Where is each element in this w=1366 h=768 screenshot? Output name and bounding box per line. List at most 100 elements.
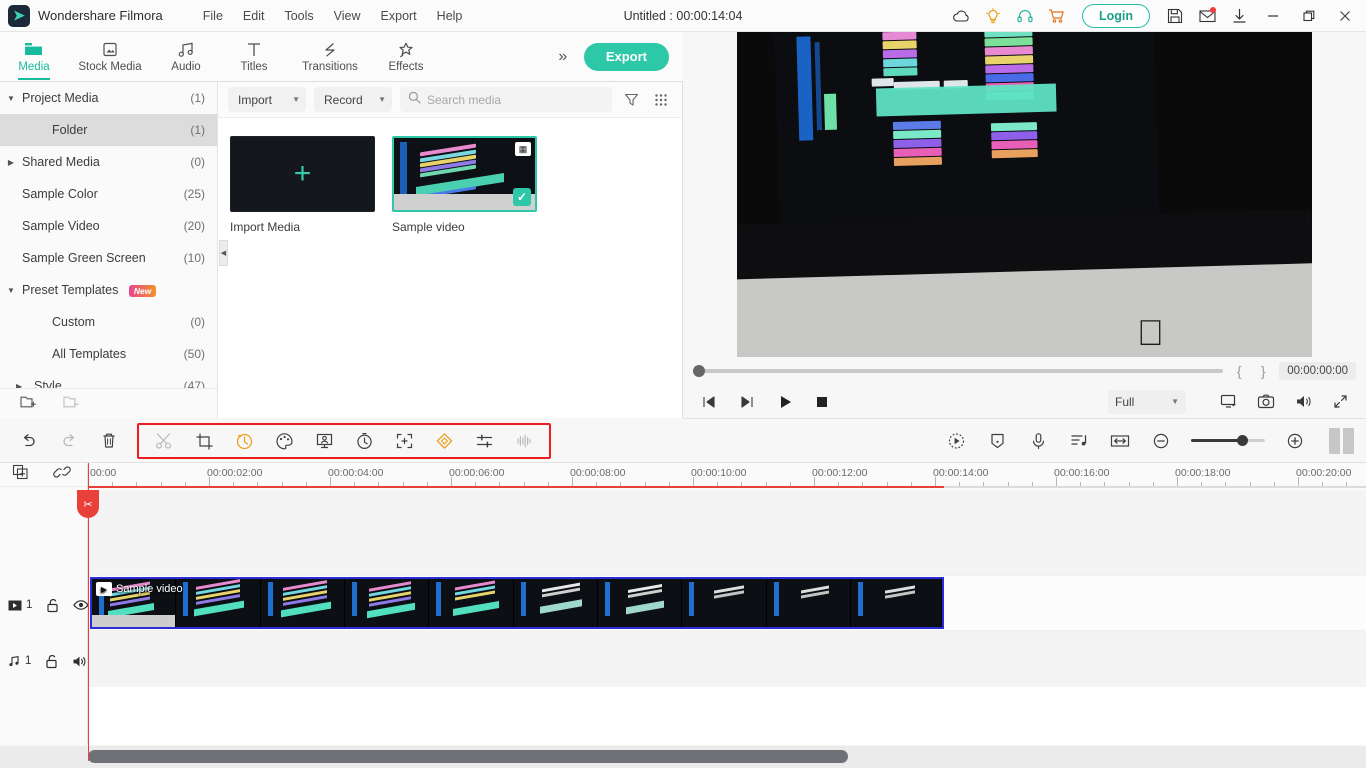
timeline-track-audio[interactable] xyxy=(88,631,1366,687)
fit-timeline-icon[interactable] xyxy=(1109,430,1131,452)
playhead-handle[interactable]: ✂ xyxy=(77,490,99,518)
sidebar-item-preset-templates[interactable]: ▼ Preset Templates New xyxy=(0,274,217,306)
import-media-thumb[interactable]: + xyxy=(230,136,375,212)
audio-beat-icon[interactable] xyxy=(1068,430,1090,452)
play-button[interactable] xyxy=(777,394,793,410)
stabilization-icon[interactable] xyxy=(353,430,375,452)
new-folder-icon[interactable] xyxy=(20,394,37,414)
headset-icon[interactable] xyxy=(1010,2,1040,30)
audio-waveform-icon[interactable] xyxy=(513,430,535,452)
speaker-icon[interactable] xyxy=(72,655,88,668)
import-media-tile[interactable]: + Import Media xyxy=(230,136,375,234)
marker-icon[interactable] xyxy=(986,430,1008,452)
track-header-video-1[interactable]: 1 xyxy=(0,577,90,633)
crop-icon[interactable] xyxy=(193,430,215,452)
snapshot-camera-icon[interactable] xyxy=(1257,394,1275,409)
menu-help[interactable]: Help xyxy=(427,5,473,27)
sidebar-item-sample-video[interactable]: Sample Video (20) xyxy=(0,210,217,242)
speed-icon[interactable] xyxy=(233,430,255,452)
sidebar-item-folder[interactable]: Folder (1) xyxy=(0,114,217,146)
minimize-button[interactable] xyxy=(1256,0,1290,32)
timeline-horizontal-scrollbar[interactable] xyxy=(0,746,1366,768)
add-track-icon[interactable] xyxy=(12,464,29,485)
mark-in-button[interactable]: { xyxy=(1231,363,1247,379)
stop-button[interactable] xyxy=(815,395,829,409)
search-input[interactable] xyxy=(427,92,604,107)
menu-edit[interactable]: Edit xyxy=(233,5,275,27)
maximize-button[interactable] xyxy=(1292,0,1326,32)
tab-audio[interactable]: Audio xyxy=(152,33,220,81)
save-icon[interactable] xyxy=(1160,2,1190,30)
zoom-out-button[interactable] xyxy=(1150,430,1172,452)
export-button[interactable]: Export xyxy=(583,42,669,71)
tab-stock-media[interactable]: Stock Media xyxy=(68,33,152,81)
eye-icon[interactable] xyxy=(73,599,90,611)
cart-icon[interactable] xyxy=(1042,2,1072,30)
tab-media[interactable]: Media xyxy=(0,33,68,81)
scrollbar-thumb[interactable] xyxy=(88,750,848,763)
timeline-playhead[interactable]: ✂ xyxy=(77,463,99,761)
fullscreen-icon[interactable] xyxy=(1333,394,1348,409)
menu-file[interactable]: File xyxy=(193,5,233,27)
sidebar-item-sample-green-screen[interactable]: Sample Green Screen (10) xyxy=(0,242,217,274)
sidebar-item-all-templates[interactable]: All Templates (50) xyxy=(0,338,217,370)
link-icon[interactable] xyxy=(53,464,71,485)
volume-icon[interactable] xyxy=(1295,394,1313,409)
panel-collapse-button[interactable]: ◀ xyxy=(219,240,228,266)
mail-icon[interactable] xyxy=(1192,2,1222,30)
record-dropdown[interactable]: Record ▼ xyxy=(314,87,392,112)
menu-view[interactable]: View xyxy=(324,5,371,27)
chevron-down-icon[interactable]: ▼ xyxy=(0,94,22,103)
import-dropdown[interactable]: Import ▼ xyxy=(228,87,306,112)
zoom-in-button[interactable] xyxy=(1284,430,1306,452)
undo-icon[interactable] xyxy=(18,430,40,452)
auto-reframe-icon[interactable] xyxy=(393,430,415,452)
toolbar-expand-button[interactable]: » xyxy=(548,42,578,72)
chevron-down-icon[interactable]: ▼ xyxy=(0,286,22,295)
preview-video-frame[interactable]:  xyxy=(737,32,1312,357)
preview-scrubber[interactable] xyxy=(693,365,1224,377)
track-header-audio-1[interactable]: 1 xyxy=(0,633,88,689)
green-screen-icon[interactable] xyxy=(313,430,335,452)
sidebar-item-sample-color[interactable]: Sample Color (25) xyxy=(0,178,217,210)
lightbulb-icon[interactable] xyxy=(978,2,1008,30)
sidebar-item-custom[interactable]: Custom (0) xyxy=(0,306,217,338)
unlock-icon[interactable] xyxy=(45,654,58,669)
split-scissors-icon[interactable] xyxy=(153,430,175,452)
mark-out-button[interactable]: } xyxy=(1255,363,1271,379)
sidebar-item-project-media[interactable]: ▼ Project Media (1) xyxy=(0,82,217,114)
audio-mixer-icon[interactable] xyxy=(473,430,495,452)
quality-dropdown[interactable]: Full ▼ xyxy=(1108,389,1186,414)
motion-tracking-icon[interactable] xyxy=(945,430,967,452)
tab-transitions[interactable]: Transitions xyxy=(288,33,372,81)
timeline-body[interactable]: ▶ Sample video xyxy=(88,490,1366,745)
delete-folder-icon[interactable] xyxy=(63,394,80,414)
timeline-clip-sample-video[interactable]: ▶ Sample video xyxy=(90,577,944,629)
prev-frame-button[interactable] xyxy=(701,395,717,409)
menu-tools[interactable]: Tools xyxy=(274,5,323,27)
redo-icon[interactable] xyxy=(58,430,80,452)
render-preview-bars[interactable] xyxy=(1329,427,1354,454)
tab-titles[interactable]: Titles xyxy=(220,33,288,81)
timeline-zoom-slider[interactable] xyxy=(1191,435,1265,446)
grid-view-icon[interactable] xyxy=(650,93,672,107)
sample-video-thumb[interactable]: ▦ ✓ xyxy=(392,136,537,212)
screen-icon[interactable] xyxy=(1220,394,1237,409)
filter-icon[interactable] xyxy=(620,92,642,107)
download-icon[interactable] xyxy=(1224,2,1254,30)
close-button[interactable] xyxy=(1328,0,1362,32)
voiceover-mic-icon[interactable] xyxy=(1027,430,1049,452)
timeline-ruler[interactable]: 00:00 00:00:02:00 00:00:04:00 00:00:06:0… xyxy=(88,463,1366,490)
menu-export[interactable]: Export xyxy=(371,5,427,27)
tab-effects[interactable]: Effects xyxy=(372,33,440,81)
delete-icon[interactable] xyxy=(98,430,120,452)
next-frame-button[interactable] xyxy=(739,395,755,409)
login-button[interactable]: Login xyxy=(1081,4,1150,28)
media-item-sample-video[interactable]: ▦ ✓ Sample video xyxy=(392,136,537,234)
unlock-icon[interactable] xyxy=(46,598,59,613)
scrubber-handle[interactable] xyxy=(693,365,705,377)
chevron-right-icon[interactable]: ▶ xyxy=(0,158,22,167)
preview-timecode[interactable]: 00:00:00:00 xyxy=(1279,362,1356,380)
color-palette-icon[interactable] xyxy=(273,430,295,452)
search-media-box[interactable] xyxy=(400,87,612,112)
